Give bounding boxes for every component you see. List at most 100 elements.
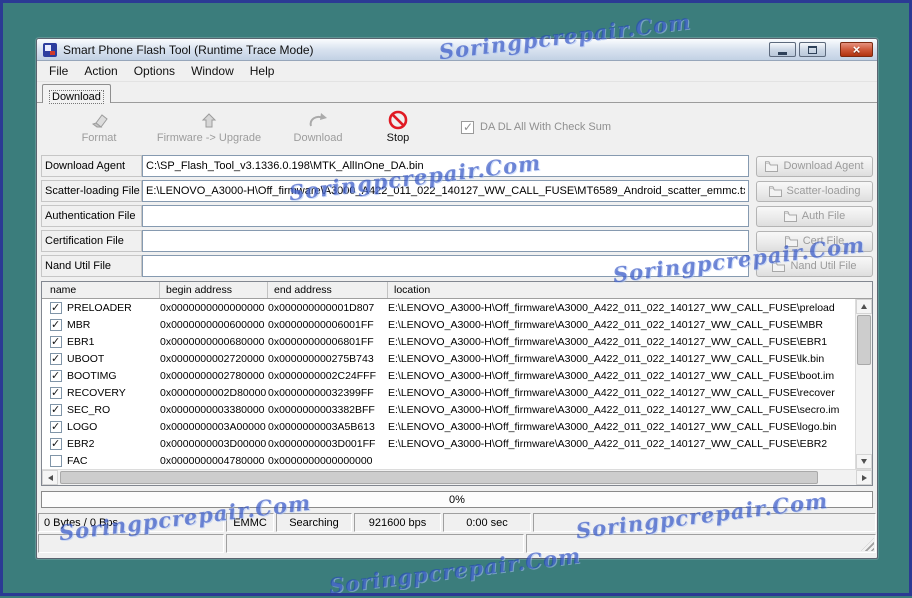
row-checkbox[interactable]: [50, 352, 62, 365]
browse-button[interactable]: Auth File: [756, 205, 873, 227]
row-checkbox[interactable]: [50, 335, 62, 348]
scroll-left-button[interactable]: [42, 470, 58, 485]
tab-download[interactable]: Download: [42, 84, 111, 104]
table-row[interactable]: RECOVERY 0x0000000002D80000 0x0000000003…: [42, 384, 855, 401]
browse-button[interactable]: Nand Util File: [756, 255, 873, 277]
titlebar[interactable]: Smart Phone Flash Tool (Runtime Trace Mo…: [37, 39, 877, 61]
row-checkbox[interactable]: [50, 403, 62, 416]
maximize-button[interactable]: [799, 42, 826, 57]
row-checkbox[interactable]: [50, 318, 62, 331]
partition-name: LOGO: [67, 420, 98, 433]
table-row[interactable]: SEC_RO 0x0000000003380000 0x000000000338…: [42, 401, 855, 418]
browse-button[interactable]: Cert File: [756, 230, 873, 252]
partition-location: E:\LENOVO_A3000-H\Off_firmware\A3000_A42…: [388, 420, 837, 433]
scroll-up-button[interactable]: [856, 299, 872, 314]
folder-icon: [768, 185, 782, 197]
row-checkbox[interactable]: [50, 454, 62, 467]
file-path-input[interactable]: [142, 230, 749, 252]
download-button[interactable]: Download: [273, 110, 363, 144]
row-checkbox[interactable]: [50, 420, 62, 433]
folder-icon: [772, 260, 786, 272]
folder-icon: [784, 235, 798, 247]
header-end-address[interactable]: end address: [268, 282, 388, 298]
header-name[interactable]: name: [42, 282, 160, 298]
window-title: Smart Phone Flash Tool (Runtime Trace Mo…: [63, 42, 314, 57]
browse-button[interactable]: Scatter-loading: [756, 180, 873, 202]
minimize-button[interactable]: [769, 42, 796, 57]
menu-action[interactable]: Action: [76, 62, 125, 80]
partition-location: E:\LENOVO_A3000-H\Off_firmware\A3000_A42…: [388, 352, 825, 365]
file-path-input[interactable]: [142, 205, 749, 227]
menu-file[interactable]: File: [41, 62, 76, 80]
status-spacer: [533, 513, 876, 532]
status-storage-type: EMMC: [226, 513, 274, 532]
table-row[interactable]: PRELOADER 0x0000000000000000 0x000000000…: [42, 299, 855, 316]
table-row[interactable]: BOOTIMG 0x0000000002780000 0x0000000002C…: [42, 367, 855, 384]
table-row[interactable]: EBR2 0x0000000003D00000 0x0000000003D001…: [42, 435, 855, 452]
menu-options[interactable]: Options: [126, 62, 183, 80]
vertical-scroll-track[interactable]: [856, 366, 872, 454]
partition-name: PRELOADER: [67, 301, 132, 314]
browse-button-label: Cert File: [802, 235, 845, 247]
menu-help[interactable]: Help: [242, 62, 283, 80]
field-label: Scatter-loading File: [41, 180, 142, 202]
horizontal-scroll-thumb[interactable]: [60, 471, 818, 484]
begin-address: 0x0000000000680000: [160, 335, 265, 348]
file-path-input[interactable]: [142, 155, 749, 177]
horizontal-scroll-track[interactable]: [58, 470, 856, 485]
download-icon: [308, 110, 328, 130]
partition-name: SEC_RO: [67, 403, 111, 416]
file-path-input[interactable]: [142, 255, 749, 277]
table-row[interactable]: UBOOT 0x0000000002720000 0x000000000275B…: [42, 350, 855, 367]
arrow-left-icon: [47, 474, 53, 481]
scroll-down-button[interactable]: [856, 454, 872, 469]
begin-address: 0x0000000002D80000: [160, 386, 267, 399]
arrow-right-icon: [861, 474, 867, 481]
partition-table: name begin address end address location …: [41, 281, 873, 486]
firmware-upgrade-button[interactable]: Firmware -> Upgrade: [145, 110, 273, 144]
resize-grip[interactable]: [861, 538, 874, 551]
begin-address: 0x0000000002720000: [160, 352, 265, 365]
download-label: Download: [293, 132, 343, 144]
end-address: 0x0000000003D001FF: [268, 437, 376, 450]
form-row: Authentication File Auth File: [41, 205, 873, 227]
window-controls: ×: [769, 42, 873, 57]
format-icon: [89, 110, 109, 130]
status-elapsed-time: 0:00 sec: [443, 513, 531, 532]
header-begin-address[interactable]: begin address: [160, 282, 268, 298]
row-checkbox[interactable]: [50, 301, 62, 314]
partition-name: MBR: [67, 318, 91, 331]
file-path-input[interactable]: [142, 180, 749, 202]
field-label: Authentication File: [41, 205, 142, 227]
close-button[interactable]: ×: [840, 42, 873, 57]
partition-name: EBR2: [67, 437, 95, 450]
header-location[interactable]: location: [388, 282, 872, 298]
table-row[interactable]: LOGO 0x0000000003A00000 0x0000000003A5B6…: [42, 418, 855, 435]
table-row[interactable]: EBR1 0x0000000000680000 0x00000000006801…: [42, 333, 855, 350]
partition-location: E:\LENOVO_A3000-H\Off_firmware\A3000_A42…: [388, 301, 835, 314]
begin-address: 0x0000000002780000: [160, 369, 265, 382]
format-button[interactable]: Format: [53, 110, 145, 144]
status-empty-3: [526, 534, 876, 553]
field-label: Download Agent: [41, 155, 142, 177]
status-empty-1: [38, 534, 224, 553]
vertical-scrollbar[interactable]: [855, 299, 872, 469]
partition-location: E:\LENOVO_A3000-H\Off_firmware\A3000_A42…: [388, 386, 835, 399]
menu-window[interactable]: Window: [183, 62, 242, 80]
da-dl-checksum-checkbox[interactable]: DA DL All With Check Sum: [461, 120, 611, 134]
scroll-right-button[interactable]: [856, 470, 872, 485]
table-row[interactable]: FAC 0x0000000004780000 0x000000000000000…: [42, 452, 855, 469]
partition-location: E:\LENOVO_A3000-H\Off_firmware\A3000_A42…: [388, 318, 824, 331]
begin-address: 0x0000000004780000: [160, 454, 265, 467]
table-row[interactable]: MBR 0x0000000000600000 0x00000000006001F…: [42, 316, 855, 333]
vertical-scroll-thumb[interactable]: [857, 315, 871, 365]
browse-button-label: Scatter-loading: [786, 185, 861, 197]
row-checkbox[interactable]: [50, 386, 62, 399]
row-checkbox[interactable]: [50, 437, 62, 450]
browse-button[interactable]: Download Agent: [756, 155, 873, 177]
firmware-upgrade-label: Firmware -> Upgrade: [156, 132, 262, 144]
horizontal-scrollbar[interactable]: [42, 469, 872, 485]
stop-button[interactable]: Stop: [363, 110, 433, 144]
row-checkbox[interactable]: [50, 369, 62, 382]
partition-name: UBOOT: [67, 352, 105, 365]
